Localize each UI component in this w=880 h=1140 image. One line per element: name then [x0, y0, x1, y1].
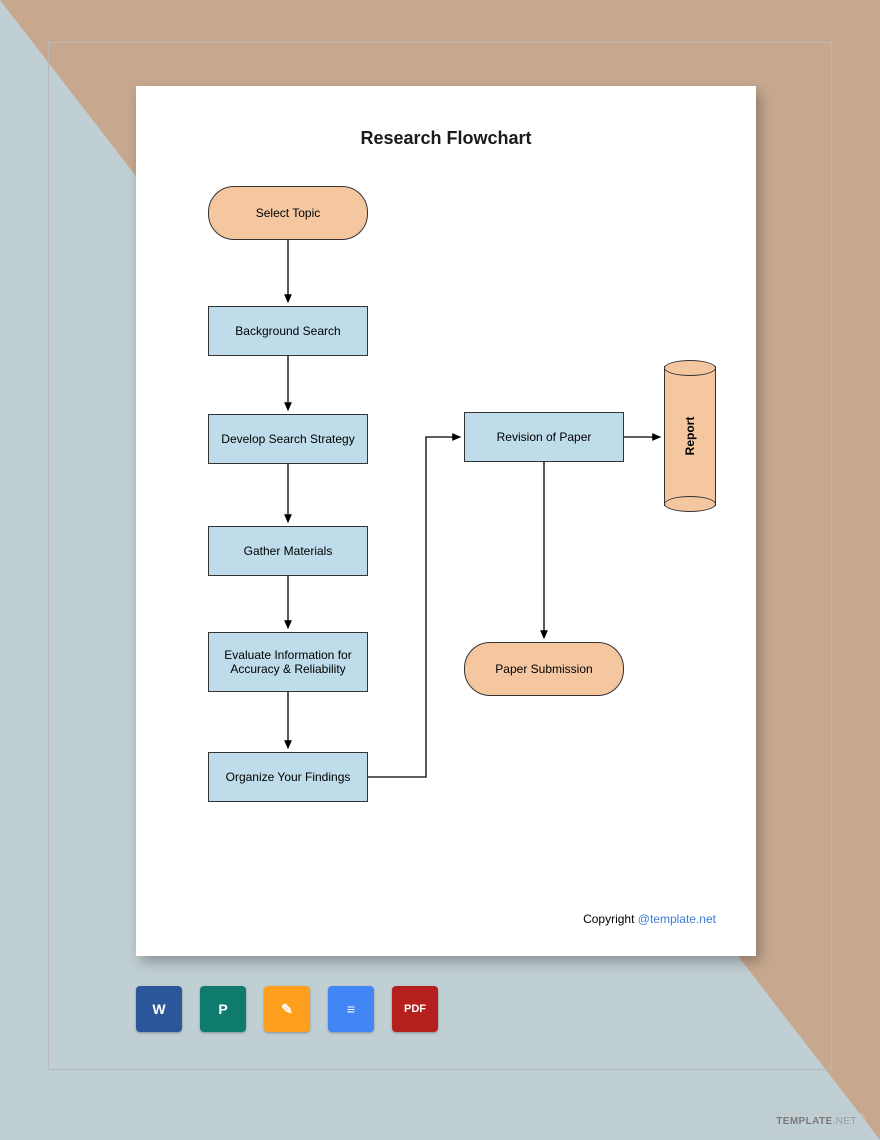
- google-docs-icon[interactable]: ≡: [328, 986, 374, 1032]
- document-page: Research Flowchart Select Topic Backgrou…: [136, 86, 756, 956]
- watermark: TEMPLATE.NET: [767, 1113, 866, 1130]
- pages-icon[interactable]: ✎: [264, 986, 310, 1032]
- word-icon[interactable]: W: [136, 986, 182, 1032]
- copyright-link[interactable]: @template.net: [638, 912, 716, 926]
- flow-arrows: [136, 86, 756, 956]
- publisher-icon[interactable]: P: [200, 986, 246, 1032]
- copyright: Copyright @template.net: [583, 912, 716, 926]
- format-icons: W P ✎ ≡ PDF: [136, 986, 438, 1032]
- pdf-icon[interactable]: PDF: [392, 986, 438, 1032]
